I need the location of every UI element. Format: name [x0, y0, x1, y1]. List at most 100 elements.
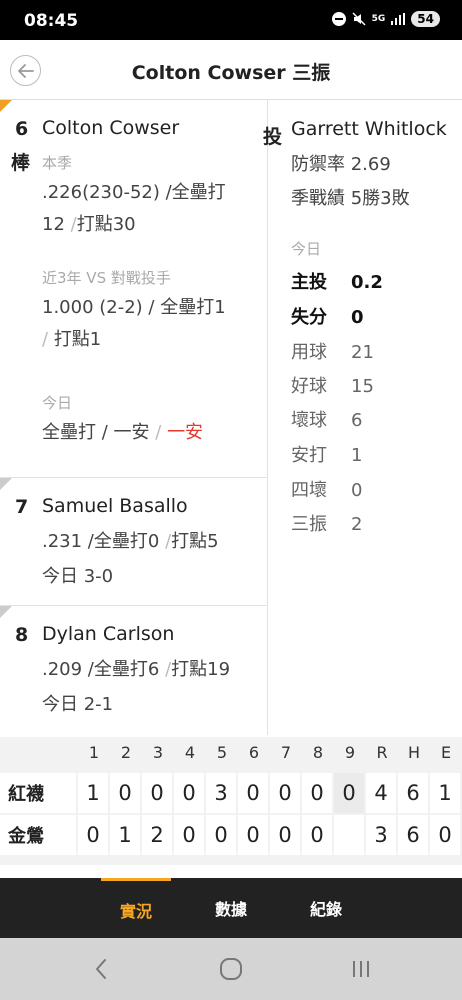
- inning-score: 0: [238, 815, 270, 855]
- inning-score: 0: [302, 773, 334, 813]
- inning-score: 0: [174, 815, 206, 855]
- pitcher-stat-pitches: 用球 21: [291, 338, 374, 364]
- hits-header: H: [407, 742, 421, 762]
- next-batter-card[interactable]: 7 Samuel Basallo .231 /全壘打0 /打點5 今日 3-0: [0, 478, 268, 606]
- total-hits: 6: [398, 773, 430, 813]
- inning-header: 8: [312, 742, 324, 762]
- batter-name: Samuel Basallo: [42, 495, 188, 517]
- inning-score: 0: [110, 773, 142, 813]
- pitcher-stat-strikes: 好球 15: [291, 372, 374, 398]
- pitcher-stat-strikeouts: 三振 2: [291, 510, 362, 536]
- scoreboard-header: 1 2 3 4 5 6 7 8 9 R H E: [0, 737, 462, 767]
- inning-score: 0: [206, 815, 238, 855]
- pitcher-era: 防禦率 2.69: [291, 154, 391, 175]
- stat-key: 失分: [291, 307, 327, 328]
- inning-score-current: 0: [334, 773, 366, 813]
- today-line: 今日 2-1: [42, 694, 114, 715]
- tab-bar: 實況 數據 紀錄: [0, 878, 462, 938]
- card-marker: [0, 606, 12, 618]
- season-avg: .226(230-52) /全壘打: [42, 182, 226, 203]
- signal-icon: [391, 13, 406, 25]
- pitcher-stat-hits: 安打 1: [291, 441, 362, 467]
- vs-rbi: 打點1: [53, 329, 102, 350]
- current-batter-card[interactable]: 6 棒 Colton Cowser 本季 .226(230-52) /全壘打 1…: [0, 100, 268, 478]
- pitcher-position: 投: [263, 126, 283, 148]
- batter-name: Dylan Carlson: [42, 623, 175, 645]
- inning-score: 0: [78, 815, 110, 855]
- season-stats: .231 /全壘打0 /打點5: [42, 526, 262, 558]
- total-errors: 1: [430, 773, 462, 813]
- season-stats: .209 /全壘打6 /打點19: [42, 654, 262, 686]
- stat-key: 安打: [291, 445, 327, 466]
- tab-live[interactable]: 實況: [101, 878, 171, 938]
- team-name: 紅襪: [0, 773, 78, 813]
- inning-header: 4: [184, 742, 196, 762]
- inning-header: 3: [152, 742, 164, 762]
- batting-order: 7: [15, 496, 29, 518]
- total-errors: 0: [430, 815, 462, 855]
- header: Colton Cowser 三振: [0, 40, 462, 100]
- scoreboard-row-away: 紅襪 1 0 0 0 3 0 0 0 0 4 6 1: [0, 773, 462, 813]
- inning-score: 0: [270, 773, 302, 813]
- recents-icon: [353, 961, 369, 977]
- batter-name: Colton Cowser: [42, 117, 180, 139]
- stat-key: 好球: [291, 376, 327, 397]
- team-name: 金鶯: [0, 815, 78, 855]
- inning-score: [334, 815, 366, 855]
- on-deck-batter-card[interactable]: 8 Dylan Carlson .209 /全壘打6 /打點19 今日 2-1: [0, 606, 268, 735]
- season-avg: .231 /全壘打0: [42, 531, 160, 552]
- inning-header: 6: [248, 742, 260, 762]
- mute-icon: [352, 12, 366, 26]
- nav-recents-button[interactable]: [346, 956, 376, 982]
- card-marker: [0, 478, 12, 490]
- batters-column: 6 棒 Colton Cowser 本季 .226(230-52) /全壘打 1…: [0, 100, 268, 735]
- pitcher-stat-runs: 失分 0: [291, 303, 364, 329]
- season-avg: .209 /全壘打6: [42, 659, 160, 680]
- tab-records[interactable]: 紀錄: [291, 878, 361, 938]
- stat-value: 2: [351, 514, 363, 535]
- inning-score: 0: [270, 815, 302, 855]
- stat-key: 三振: [291, 514, 327, 535]
- tab-stats[interactable]: 數據: [196, 878, 266, 938]
- season-stats: .226(230-52) /全壘打 12 /打點30: [42, 177, 262, 241]
- runs-header: R: [376, 742, 388, 762]
- separator: /: [155, 422, 162, 443]
- total-runs: 4: [366, 773, 398, 813]
- today-result-past: 全壘打 / 一安: [42, 422, 150, 443]
- status-bar: 08:45 5G 54: [0, 0, 462, 40]
- batting-order-suffix: 棒: [11, 152, 31, 174]
- inning-score: 1: [110, 815, 142, 855]
- batting-order: 6: [15, 118, 29, 140]
- vs-pitcher-label: 近3年 VS 對戰投手: [42, 269, 171, 287]
- inning-score: 0: [238, 773, 270, 813]
- season-rbi: 打點19: [171, 659, 231, 680]
- pitcher-stat-balls: 壞球 6: [291, 406, 362, 432]
- inning-score: 0: [142, 773, 174, 813]
- status-time: 08:45: [24, 11, 79, 31]
- system-nav-bar: [0, 938, 462, 1000]
- nav-home-button[interactable]: [216, 956, 246, 982]
- stat-key: 壞球: [291, 410, 327, 431]
- inning-score: 2: [142, 815, 174, 855]
- inning-header: 7: [280, 742, 292, 762]
- inning-score: 1: [78, 773, 110, 813]
- today-line: 今日 3-0: [42, 566, 114, 587]
- nav-back-button[interactable]: [86, 956, 116, 982]
- stat-key: 主投: [291, 272, 327, 293]
- season-rbi: 打點30: [76, 214, 136, 235]
- pitcher-stat-innings: 主投 0.2: [291, 268, 383, 294]
- inning-header: 5: [216, 742, 228, 762]
- do-not-disturb-icon: [331, 12, 346, 26]
- stat-value: 21: [351, 342, 374, 363]
- pitcher-stat-walks: 四壞 0: [291, 476, 362, 502]
- stat-value: 0: [351, 480, 363, 501]
- current-batter-marker: [0, 100, 12, 112]
- total-hits: 6: [398, 815, 430, 855]
- team-header-blank: [0, 737, 78, 767]
- season-label: 本季: [42, 154, 73, 172]
- today-results: 全壘打 / 一安 / 一安: [42, 417, 262, 449]
- stat-value: 0: [351, 307, 364, 328]
- inning-header: 2: [120, 742, 132, 762]
- stat-key: 用球: [291, 342, 327, 363]
- chevron-left-icon: [96, 959, 106, 979]
